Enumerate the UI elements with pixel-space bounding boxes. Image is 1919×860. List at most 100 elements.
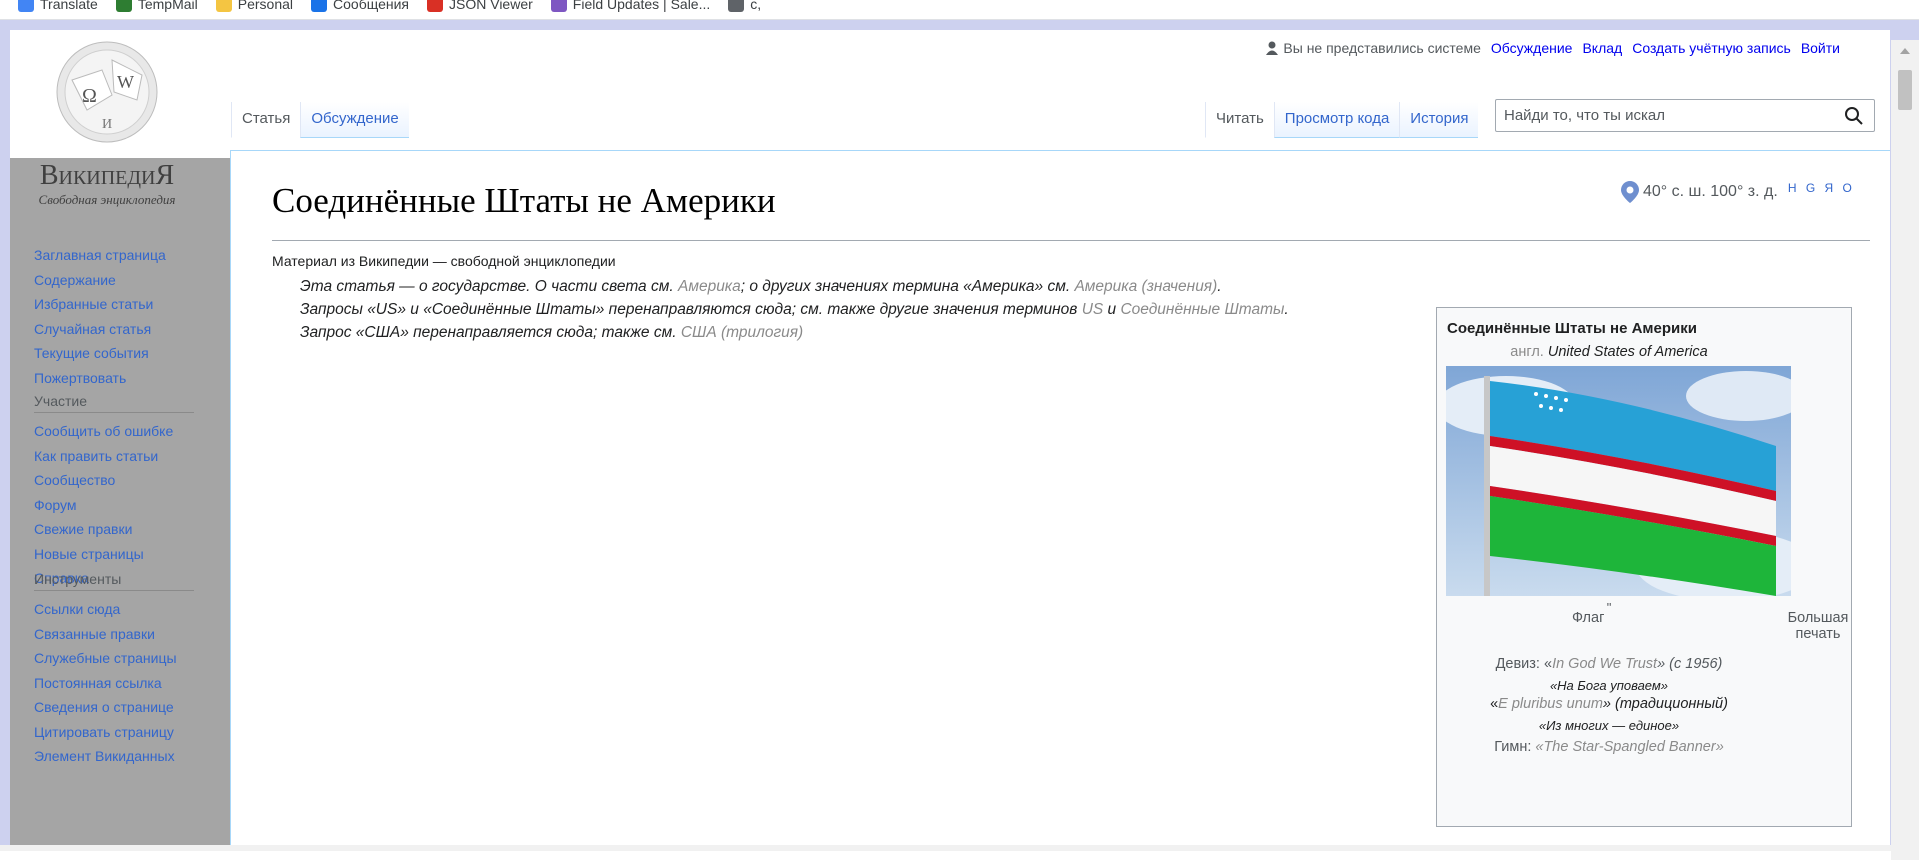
nav-link[interactable]: Избранные статьи [34,292,166,317]
bookmark-favicon-icon [728,0,745,12]
infobox-title: Соединённые Штаты не Америки [1447,320,1697,337]
scroll-up-arrow-icon[interactable] [1900,48,1910,54]
scrollbar-thumb[interactable] [1898,70,1912,110]
bookmark-label: TempMail [137,0,198,12]
coordinates-map-links[interactable]: H G Я O [1788,181,1855,195]
svg-text:W: W [117,72,134,92]
search-input[interactable] [1496,107,1826,124]
search-icon[interactable] [1844,106,1864,126]
bookmark-item[interactable]: Personal [215,0,294,12]
bookmarks-bar: Translate TempMail Personal Сообщения JSON V… [0,0,1919,20]
nav-link[interactable]: Как править статьи [34,444,194,469]
vertical-scrollbar[interactable] [1891,40,1919,860]
hatnote-text: Запросы «US» и «Соединённые Штаты» перен… [300,301,1082,318]
svg-text:И: И [102,117,112,132]
nav-link[interactable]: Служебные страницы [34,646,194,671]
bookmark-item[interactable]: c, [728,0,761,12]
nav-participation: Участие Сообщить об ошибке Как править ст… [34,393,194,591]
nav-link[interactable]: Сведения о странице [34,695,194,720]
hatnote: Запросы «US» и «Соединённые Штаты» перен… [300,301,1289,318]
bookmark-item[interactable]: Translate [18,0,98,12]
hatnote-link[interactable]: Америка [678,278,741,295]
nav-link[interactable]: Содержание [34,268,166,293]
flag-caption[interactable]: Флаг [1572,610,1604,626]
globe-icon: Ω W И [56,41,158,143]
tab[interactable]: Статья [231,102,301,138]
hatnote-link[interactable]: США (трилогия) [681,324,803,341]
hatnote-text: и [1103,301,1121,318]
bookmark-label: Personal [237,0,294,12]
nav-link[interactable]: Свежие правки [34,517,194,542]
browser-viewport-frame: Заглавная страница Содержание Избранные ст… [0,20,1919,860]
bottom-strip [0,845,1919,851]
nav-link[interactable]: Цитировать страницу [34,720,194,745]
view-tabs: Читать Просмотр кода История [1205,102,1479,138]
bookmark-item[interactable]: Сообщения [311,0,409,12]
personal-link[interactable]: Войти [1801,40,1840,56]
bookmark-favicon-icon [18,0,34,12]
coordinates[interactable]: 40° с. ш. 100° з. д. H G Я O [1621,181,1855,203]
nav-main: Заглавная страница Содержание Избранные ст… [34,243,166,390]
bookmark-favicon-icon [427,0,443,12]
nav-link[interactable]: Сообщить об ошибке [34,419,194,444]
motto-2-translation: «Из многих — единое» [1538,718,1680,733]
bookmark-favicon-icon [115,0,132,12]
personal-link[interactable]: Вклад [1582,40,1622,56]
hatnote-link[interactable]: Соединённые Штаты [1120,301,1284,318]
coordinates-text: 40° с. ш. 100° з. д. [1643,183,1778,200]
bookmark-label: Translate [40,0,98,12]
nav-tools-heading: Инструменты [34,571,194,591]
bookmark-item[interactable]: Field Updates | Sale... [550,0,711,12]
nav-link[interactable]: Элемент Викиданных [34,744,194,769]
bookmark-favicon-icon [311,0,328,12]
user-icon [1266,41,1279,55]
tab[interactable]: История [1399,102,1479,138]
bookmark-label: Field Updates | Sale... [572,0,711,12]
hatnote-text: ; о других значениях термина «Америка» с… [740,278,1075,295]
nav-link[interactable]: Ссылки сюда [34,597,194,622]
hatnote-text: Эта статья — о государстве. О части свет… [300,278,678,295]
motto-1: Девиз: «In God We Trust» (с 1956) [1495,656,1723,672]
nav-link[interactable]: Постоянная ссылка [34,671,194,696]
anon-status: Вы не представились системе [1266,40,1481,56]
tab[interactable]: Обсуждение [300,102,409,138]
nav-link[interactable]: Сообщество [34,468,194,493]
bookmark-label: JSON Viewer [449,0,533,12]
wikipedia-logo[interactable]: Ω W И ВикипедиЯ Свободная энциклопедия [32,40,182,220]
bookmark-item[interactable]: JSON Viewer [427,0,533,12]
logo-tagline: Свободная энциклопедия [38,192,176,207]
bookmark-item[interactable]: TempMail [115,0,198,12]
bookmark-favicon-icon [550,0,567,12]
nav-link[interactable]: Случайная статья [34,317,166,342]
seal-caption[interactable]: Большая печать [1783,610,1853,642]
nav-participation-heading: Участие [34,393,194,413]
hatnote: Запрос «США» перенаправляется сюда; такж… [300,324,803,342]
motto-1-translation: «На Бога уповаем» [1549,678,1669,693]
nav-link[interactable]: Новые страницы [34,542,194,567]
logo-wordmark: ВикипедиЯ [39,160,175,191]
personal-link[interactable]: Создать учётную запись [1632,40,1791,56]
bookmark-label: c, [750,0,762,12]
nav-link[interactable]: Форум [34,493,194,518]
site-tagline: Материал из Википедии — свободной энцикл… [272,253,616,269]
anthem: Гимн: «The Star-Spangled Banner» [1494,739,1724,755]
flag-image[interactable] [1446,366,1791,596]
namespace-tabs: Статья Обсуждение [231,102,409,138]
personal-link[interactable]: Обсуждение [1491,40,1573,56]
map-pin-icon [1621,181,1639,203]
bookmark-label: Сообщения [333,0,409,12]
title-divider [272,240,1870,241]
hatnote-link[interactable]: US [1082,301,1104,318]
page-viewport: Заглавная страница Содержание Избранные ст… [10,30,1890,845]
nav-link[interactable]: Пожертвовать [34,366,166,391]
nav-link[interactable]: Заглавная страница [34,243,166,268]
nav-link[interactable]: Связанные правки [34,622,194,647]
nav-link[interactable]: Текущие события [34,341,166,366]
search-box [1495,99,1875,132]
infobox-subtitle: англ. United States of America [1510,344,1708,360]
tab[interactable]: Читать [1205,102,1274,138]
bookmark-favicon-icon [215,0,232,12]
tab[interactable]: Просмотр кода [1273,102,1400,138]
hatnote-link[interactable]: Америка (значения) [1074,278,1217,295]
personal-tools: Вы не представились системе Обсуждение Вк… [1266,40,1840,56]
